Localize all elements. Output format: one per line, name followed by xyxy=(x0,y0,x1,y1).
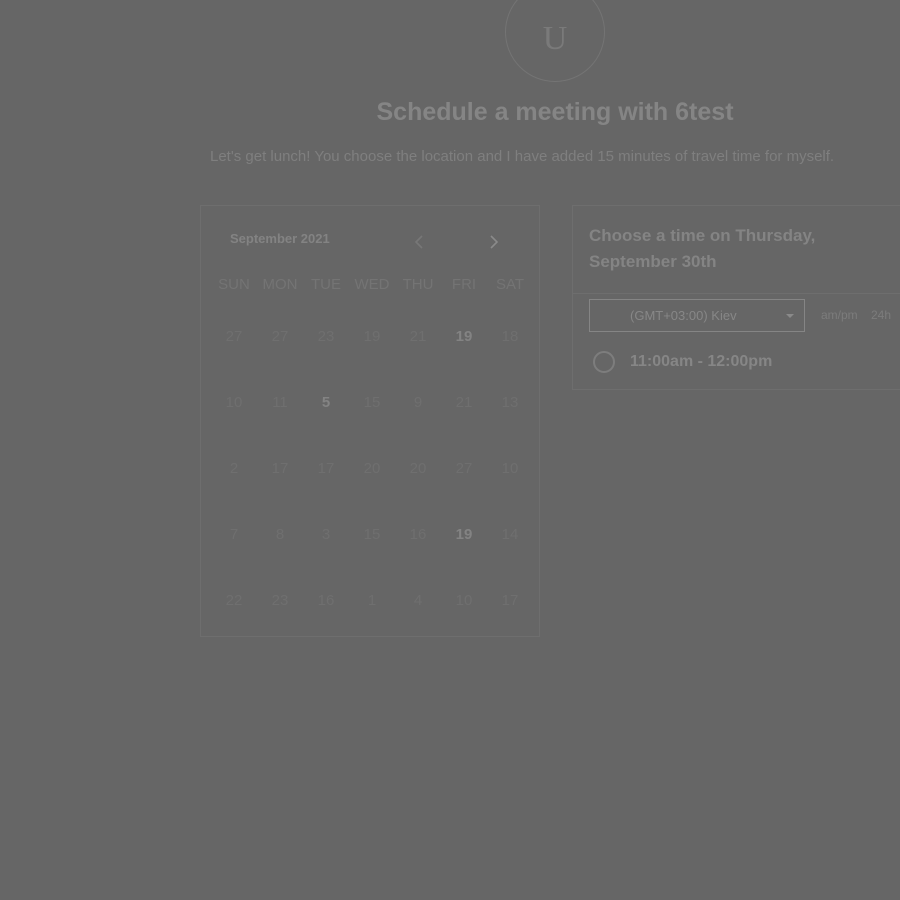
calendar-day[interactable]: 21 xyxy=(395,328,441,345)
calendar-day[interactable]: 19 xyxy=(441,526,487,543)
time-slot-option[interactable]: 11:00am - 12:00pm xyxy=(593,351,772,373)
time-panel-heading: Choose a time on Thursday, September 30t… xyxy=(589,226,816,271)
prev-month-button[interactable] xyxy=(409,232,429,252)
calendar-day[interactable]: 17 xyxy=(487,592,533,609)
page-title: Schedule a meeting with 6test xyxy=(376,98,734,126)
calendar-day[interactable]: 16 xyxy=(303,592,349,609)
page-subtitle: Let's get lunch! You choose the location… xyxy=(210,148,835,165)
weekday-label: SAT xyxy=(495,276,525,293)
calendar-month-label: September 2021 xyxy=(230,231,330,246)
host-avatar: U xyxy=(505,0,605,82)
divider xyxy=(573,293,900,294)
calendar-day[interactable]: 5 xyxy=(303,394,349,411)
weekday-label: WED xyxy=(354,276,390,293)
calendar-day[interactable]: 27 xyxy=(257,328,303,345)
calendar-day[interactable]: 23 xyxy=(303,328,349,345)
radio-button[interactable] xyxy=(593,351,615,373)
avatar-letter: U xyxy=(542,20,568,57)
next-month-button[interactable] xyxy=(484,232,504,252)
calendar-day[interactable]: 7 xyxy=(211,526,257,543)
calendar-day[interactable]: 10 xyxy=(211,394,257,411)
format-ampm-toggle[interactable]: am/pm xyxy=(821,308,858,322)
calendar-day[interactable]: 14 xyxy=(487,526,533,543)
calendar-day[interactable]: 20 xyxy=(395,460,441,477)
calendar-day[interactable]: 10 xyxy=(487,460,533,477)
calendar-day[interactable]: 8 xyxy=(257,526,303,543)
chevron-right-icon xyxy=(490,235,499,249)
calendar-day[interactable]: 1 xyxy=(349,592,395,609)
timezone-value: (GMT+03:00) Kiev xyxy=(630,308,737,323)
weekday-label: SUN xyxy=(218,276,250,293)
weekday-label: TUE xyxy=(311,276,341,293)
calendar-day[interactable]: 22 xyxy=(211,592,257,609)
calendar-day[interactable]: 27 xyxy=(441,460,487,477)
calendar-day[interactable]: 27 xyxy=(211,328,257,345)
weekday-header: SUN MON TUE WED THU FRI SAT xyxy=(211,276,531,298)
calendar-day[interactable]: 4 xyxy=(395,592,441,609)
calendar-day[interactable]: 9 xyxy=(395,394,441,411)
calendar-day[interactable]: 21 xyxy=(441,394,487,411)
calendar-day[interactable]: 3 xyxy=(303,526,349,543)
weekday-label: FRI xyxy=(451,276,477,293)
calendar-day[interactable]: 15 xyxy=(349,526,395,543)
calendar-day[interactable]: 15 xyxy=(349,394,395,411)
calendar-day[interactable]: 13 xyxy=(487,394,533,411)
weekday-label: MON xyxy=(262,276,298,293)
calendar-day[interactable]: 2 xyxy=(211,460,257,477)
calendar-panel: September 2021 SUN MON TUE WED THU FRI S… xyxy=(200,205,540,637)
caret-down-icon xyxy=(786,314,794,318)
calendar-day[interactable]: 17 xyxy=(303,460,349,477)
calendar-day[interactable]: 18 xyxy=(487,328,533,345)
timezone-select[interactable]: (GMT+03:00) Kiev xyxy=(589,299,805,332)
calendar-day[interactable]: 11 xyxy=(257,394,303,411)
calendar-day[interactable]: 20 xyxy=(349,460,395,477)
calendar-day[interactable]: 23 xyxy=(257,592,303,609)
time-panel: Choose a time on Thursday, September 30t… xyxy=(572,205,900,390)
chevron-left-icon xyxy=(414,235,423,249)
calendar-day[interactable]: 19 xyxy=(441,328,487,345)
format-24h-toggle[interactable]: 24h xyxy=(871,308,891,322)
calendar-day[interactable]: 19 xyxy=(349,328,395,345)
calendar-day[interactable]: 10 xyxy=(441,592,487,609)
calendar-day[interactable]: 17 xyxy=(257,460,303,477)
weekday-label: THU xyxy=(402,276,434,293)
time-slot-label: 11:00am - 12:00pm xyxy=(630,353,773,370)
calendar-day[interactable]: 16 xyxy=(395,526,441,543)
